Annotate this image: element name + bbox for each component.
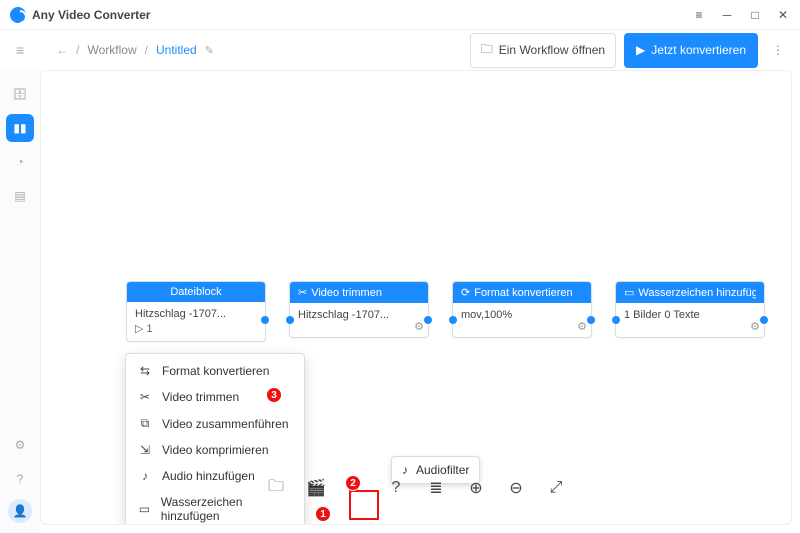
app-logo <box>10 7 26 23</box>
play-icon: ▶ <box>636 43 645 57</box>
block-file-count: 1 <box>146 323 152 335</box>
audio-icon: ♪ <box>138 469 152 483</box>
menu-item-label: Audio hinzufügen <box>162 469 255 483</box>
toolbar-add-media[interactable]: 🎬 <box>304 476 328 500</box>
menu-item-format-convert[interactable]: ⇆ Format konvertieren <box>126 358 304 384</box>
block-file-body: Hitzschlag -1707... <box>135 308 257 320</box>
bottom-toolbar: 🗀 🎬 ♬ ? ≣ ⊕ ⊖ ⤢ <box>250 468 582 508</box>
block-convert-body: mov,100% <box>461 309 583 321</box>
sidebar: 🗄 ▮▮ ◔ ▤ ⚙ ? 👤 <box>0 70 40 533</box>
compress-icon: ⇲ <box>138 443 152 457</box>
menu-item-label: Video trimmen <box>162 390 239 404</box>
menu-item-video-merge[interactable]: ⧉ Video zusammenführen <box>126 410 304 437</box>
block-file-title: Dateiblock <box>170 286 221 298</box>
breadcrumb-current[interactable]: Untitled <box>156 43 197 57</box>
more-button[interactable]: ⋮ <box>766 33 790 68</box>
connection-lines <box>41 71 341 221</box>
menu-item-video-compress[interactable]: ⇲ Video komprimieren <box>126 437 304 463</box>
toolbar-zoom-in[interactable]: ⊕ <box>464 476 488 500</box>
hamburger-icon[interactable]: ≡ <box>12 38 28 62</box>
topbar: ≡ ← / Workflow / Untitled ✎ 🗀 Ein Workfl… <box>0 30 800 70</box>
annotation-badge-3: 3 <box>266 387 282 403</box>
annotation-arrows <box>41 71 341 221</box>
toolbar-help[interactable]: ? <box>384 476 408 500</box>
sidebar-item-history[interactable]: ◔ <box>6 148 34 176</box>
block-file[interactable]: Dateiblock Hitzschlag -1707... ▷1 <box>126 281 266 342</box>
block-trim-port-out[interactable] <box>424 316 432 324</box>
block-trim-body: Hitzschlag -1707... <box>298 309 420 321</box>
sidebar-item-workflow[interactable]: ▮▮ <box>6 114 34 142</box>
toolbar-add-file[interactable]: 🗀 <box>264 476 288 500</box>
block-convert-title: Format konvertieren <box>474 287 572 299</box>
breadcrumb-workflow[interactable]: Workflow <box>88 43 137 57</box>
watermark-icon: ▭ <box>138 502 151 516</box>
titlebar: Any Video Converter ≡ ─ □ ✕ <box>0 0 800 30</box>
toolbar-zoom-out[interactable]: ⊖ <box>504 476 528 500</box>
workflow-canvas[interactable]: Dateiblock Hitzschlag -1707... ▷1 ✂Video… <box>40 70 792 525</box>
block-watermark-port-in[interactable] <box>612 316 620 324</box>
open-workflow-button[interactable]: 🗀 Ein Workflow öffnen <box>470 33 616 68</box>
annotation-badge-1: 1 <box>315 506 331 522</box>
block-trim[interactable]: ✂ Video trimmen Hitzschlag -1707... ⚙ <box>289 281 429 338</box>
menu-item-label: Video zusammenführen <box>162 417 289 431</box>
maximize-icon[interactable]: □ <box>748 8 762 22</box>
sidebar-item-list[interactable]: ▤ <box>6 182 34 210</box>
block-watermark[interactable]: ▭ Wasserzeichen hinzufügen 1 Bilder 0 Tex… <box>615 281 765 338</box>
block-trim-port-in[interactable] <box>286 316 294 324</box>
menu-item-label: Video komprimieren <box>162 443 269 457</box>
rename-icon[interactable]: ✎ <box>205 44 214 57</box>
breadcrumb-back[interactable]: ← <box>56 43 68 57</box>
block-trim-title: Video trimmen <box>311 287 382 299</box>
scissors-icon: ✂ <box>298 286 307 299</box>
play-small-icon: ▷ <box>135 322 143 335</box>
block-convert-port-in[interactable] <box>449 316 457 324</box>
menu-item-label: Format konvertieren <box>162 364 269 378</box>
toolbar-fit[interactable]: ⤢ <box>544 476 568 500</box>
open-workflow-label: Ein Workflow öffnen <box>499 43 605 57</box>
window-menu-icon[interactable]: ≡ <box>692 8 706 22</box>
sidebar-item-briefcase[interactable]: 🗄 <box>6 80 34 108</box>
merge-icon: ⧉ <box>138 416 152 431</box>
gear-icon[interactable]: ⚙ <box>577 320 587 333</box>
close-icon[interactable]: ✕ <box>776 8 790 22</box>
gear-icon[interactable]: ⚙ <box>750 320 760 333</box>
avatar[interactable]: 👤 <box>8 499 32 523</box>
block-convert[interactable]: ⟳ Format konvertieren mov,100% ⚙ <box>452 281 592 338</box>
minimize-icon[interactable]: ─ <box>720 8 734 22</box>
scissors-icon: ✂ <box>138 390 152 404</box>
watermark-icon: ▭ <box>624 286 634 299</box>
block-watermark-body: 1 Bilder 0 Texte <box>624 309 756 321</box>
annotation-highlight <box>349 490 379 520</box>
gear-icon[interactable]: ⚙ <box>414 320 424 333</box>
convert-now-label: Jetzt konvertieren <box>651 43 746 57</box>
folder-icon: 🗀 <box>481 40 493 61</box>
block-watermark-port-out[interactable] <box>760 316 768 324</box>
toolbar-list[interactable]: ≣ <box>424 476 448 500</box>
annotation-badge-2: 2 <box>345 475 361 491</box>
sidebar-item-settings[interactable]: ⚙ <box>6 431 34 459</box>
sidebar-item-help[interactable]: ? <box>6 465 34 493</box>
block-watermark-title: Wasserzeichen hinzufügen <box>638 287 756 299</box>
convert-icon: ⟳ <box>461 286 470 299</box>
convert-now-button[interactable]: ▶ Jetzt konvertieren <box>624 33 758 68</box>
convert-icon: ⇆ <box>138 364 152 378</box>
block-convert-port-out[interactable] <box>587 316 595 324</box>
breadcrumb: ← / Workflow / Untitled ✎ <box>56 43 214 57</box>
app-title: Any Video Converter <box>32 8 150 22</box>
block-file-port-out[interactable] <box>261 316 269 324</box>
